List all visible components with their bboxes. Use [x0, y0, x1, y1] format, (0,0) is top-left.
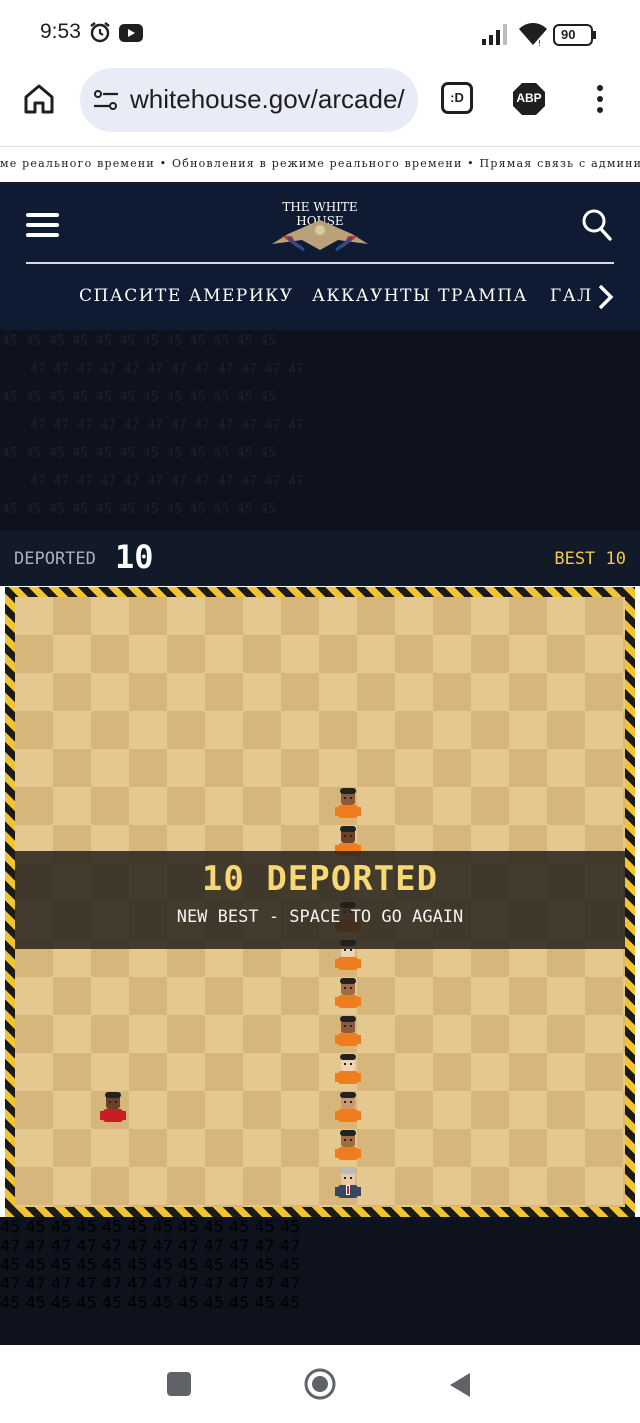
score-bar: DEPORTED 10 BEST 10: [0, 530, 640, 586]
search-icon[interactable]: [581, 208, 613, 246]
system-nav-bar: [0, 1345, 640, 1423]
white-house-logo[interactable]: THE WHITE HOUSE: [258, 198, 382, 258]
browser-toolbar: whitehouse.gov/arcade/ :D ABP: [0, 66, 640, 146]
pattern-row: 45 45 45 45 45 45 45 45 45 45 45 45: [2, 334, 276, 349]
pattern-row: 45 45 45 45 45 45 45 45 45 45 45 45: [0, 1293, 301, 1312]
game-over-subtitle: NEW BEST - SPACE TO GO AGAIN: [176, 907, 464, 927]
pattern-row: 45 45 45 45 45 45 45 45 45 45 45 45: [0, 1255, 301, 1274]
game-board[interactable]: 10 DEPORTED NEW BEST - SPACE TO GO AGAIN: [5, 587, 635, 1217]
url-text[interactable]: whitehouse.gov/arcade/: [130, 84, 405, 115]
home-button[interactable]: [303, 1367, 337, 1405]
deportee-segment: [335, 978, 361, 1008]
background-pattern: 45 45 45 45 45 45 45 45 45 45 45 45 47 47…: [0, 330, 640, 530]
pattern-row: 47 47 47 47 47 47 47 47 47 47 47 47: [30, 418, 304, 433]
youtube-icon: [119, 24, 143, 46]
deported-label: DEPORTED: [14, 549, 96, 569]
battery-level: 90: [561, 27, 576, 42]
adblock-label: ABP: [516, 91, 542, 105]
background-pattern-bottom: 45 45 45 45 45 45 45 45 45 45 45 45 47 47…: [0, 1217, 640, 1345]
site-header: THE WHITE HOUSE СПАСИТЕ АМЕРИКУ АККАУНТЫ…: [0, 182, 640, 330]
pattern-row: 47 47 47 47 47 47 47 47 47 47 47 47: [30, 474, 304, 489]
deportee-segment: [335, 1054, 361, 1084]
pattern-row: 45 45 45 45 45 45 45 45 45 45 45 45: [0, 1217, 301, 1236]
wifi-icon: !: [518, 21, 548, 51]
alarm-icon: [88, 20, 112, 48]
deported-count: 10: [115, 538, 154, 576]
nav-item-trump-accounts[interactable]: АККАУНТЫ ТРАМПА: [312, 286, 528, 306]
home-icon[interactable]: [22, 82, 56, 120]
eagle-emblem-icon: [272, 220, 368, 252]
best-score: BEST 10: [554, 549, 626, 569]
svg-text:!: !: [538, 39, 541, 47]
pattern-row: 47 47 47 47 47 47 47 47 47 47 47 47: [0, 1274, 301, 1293]
chevron-right-icon[interactable]: [596, 282, 616, 316]
nav-item-gallery[interactable]: ГАЛ: [550, 286, 593, 306]
pattern-row: 45 45 45 45 45 45 45 45 45 45 45 45: [2, 390, 276, 405]
deportee-segment: [335, 788, 361, 818]
status-bar: 9:53 ! 90: [0, 0, 640, 66]
header-divider: [26, 262, 614, 264]
player-head: [335, 1168, 361, 1198]
ticker-text: ме реального времени • Обновления в режи…: [0, 157, 640, 170]
nav-item-save-america[interactable]: СПАСИТЕ АМЕРИКУ: [79, 286, 294, 306]
game-over-banner[interactable]: 10 DEPORTED NEW BEST - SPACE TO GO AGAIN: [15, 851, 625, 949]
news-ticker[interactable]: ме реального времени • Обновления в режи…: [0, 146, 640, 182]
url-bar[interactable]: whitehouse.gov/arcade/: [80, 68, 418, 132]
target-person: [100, 1092, 126, 1122]
back-button[interactable]: [448, 1371, 472, 1403]
pattern-row: 45 45 45 45 45 45 45 45 45 45 45 45: [2, 502, 276, 517]
recents-button[interactable]: [167, 1372, 191, 1396]
menu-icon[interactable]: [26, 212, 60, 242]
pattern-row: 47 47 47 47 47 47 47 47 47 47 47 47: [0, 1236, 301, 1255]
pattern-row: 47 47 47 47 47 47 47 47 47 47 47 47: [30, 362, 304, 377]
more-vert-icon[interactable]: [593, 84, 607, 118]
adblock-icon[interactable]: ABP: [512, 82, 546, 116]
status-time: 9:53: [40, 20, 81, 43]
game-over-title: 10 DEPORTED: [201, 859, 439, 899]
deportee-segment: [335, 1130, 361, 1160]
pattern-row: 45 45 45 45 45 45 45 45 45 45 45 45: [2, 446, 276, 461]
tab-switcher-icon[interactable]: :D: [441, 82, 473, 114]
site-settings-icon[interactable]: [92, 88, 120, 116]
signal-icon: [481, 22, 511, 50]
deportee-segment: [335, 1016, 361, 1046]
deportee-segment: [335, 1092, 361, 1122]
